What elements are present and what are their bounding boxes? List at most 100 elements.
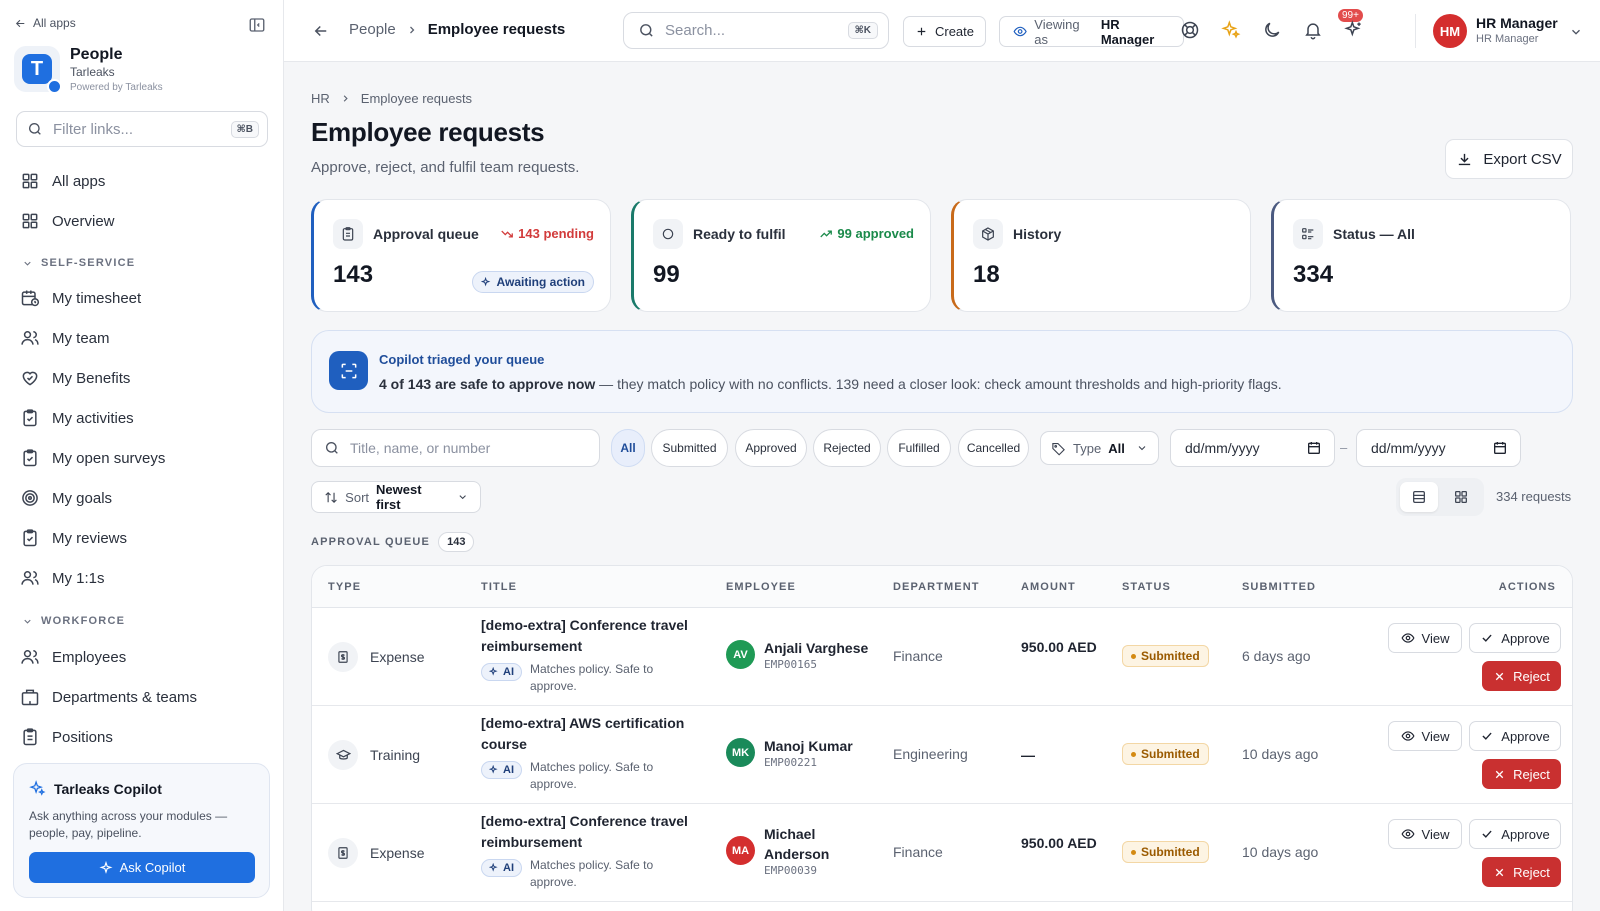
- global-search-input[interactable]: Search... ⌘K: [623, 12, 889, 49]
- filter-pill-submitted[interactable]: Submitted: [651, 429, 728, 467]
- date-to-input[interactable]: dd/mm/yyyy: [1356, 429, 1521, 467]
- date-from-value: dd/mm/yyyy: [1185, 440, 1260, 456]
- status-dot-icon: [1131, 849, 1136, 855]
- sidebar-item-my-team[interactable]: My team: [20, 326, 110, 350]
- col-status[interactable]: STATUS: [1122, 581, 1171, 593]
- viewing-as-button[interactable]: Viewing as HR Manager: [999, 16, 1184, 47]
- filter-pill-cancelled[interactable]: Cancelled: [958, 429, 1029, 467]
- sidebar-item-employees[interactable]: Employees: [20, 645, 126, 669]
- date-from-input[interactable]: dd/mm/yyyy: [1170, 429, 1335, 467]
- sidebar-item-my-open-surveys[interactable]: My open surveys: [20, 446, 165, 470]
- filter-pill-all[interactable]: All: [611, 429, 645, 467]
- page-breadcrumb-hr[interactable]: HR: [311, 91, 330, 106]
- approve-button[interactable]: Approve: [1469, 819, 1561, 849]
- table-row[interactable]: Expense [demo-extra] Conference travel r…: [312, 804, 1572, 902]
- sidebar-item-my-1on1s[interactable]: My 1:1s: [20, 566, 105, 590]
- stat-label: Approval queue: [373, 226, 479, 242]
- export-csv-button[interactable]: Export CSV: [1445, 139, 1573, 179]
- sidebar-item-label: Employees: [52, 648, 127, 666]
- section-workforce[interactable]: WORKFORCE: [22, 615, 125, 627]
- back-arrow-icon[interactable]: [312, 22, 330, 40]
- employee-name[interactable]: Anjali Varghese: [764, 638, 868, 658]
- all-apps-back-link[interactable]: All apps: [14, 16, 76, 30]
- col-submitted[interactable]: SUBMITTED: [1242, 581, 1316, 593]
- sparkles-icon[interactable]: [1221, 20, 1243, 42]
- approve-label: Approve: [1501, 826, 1550, 842]
- ai-sparkle-icon[interactable]: [1344, 20, 1366, 42]
- stat-card-history[interactable]: History 18: [951, 199, 1251, 312]
- employee-name[interactable]: Manoj Kumar: [764, 736, 853, 756]
- submitted-time: 10 days ago: [1242, 746, 1319, 762]
- reject-button[interactable]: Reject: [1482, 661, 1561, 691]
- col-department[interactable]: DEPARTMENT: [893, 581, 980, 593]
- topbar: People Employee requests Search... ⌘K Cr…: [284, 0, 1600, 62]
- request-type: Expense: [370, 845, 425, 861]
- reject-button[interactable]: Reject: [1482, 857, 1561, 887]
- chevron-right-icon: [343, 95, 348, 102]
- page-title: Employee requests: [311, 117, 545, 147]
- stat-label: History: [1013, 226, 1062, 242]
- col-employee[interactable]: EMPLOYEE: [726, 581, 796, 593]
- sidebar-item-my-goals[interactable]: My goals: [20, 486, 112, 510]
- request-title[interactable]: [demo-extra] Conference travel reimburse…: [481, 615, 693, 657]
- sort-select[interactable]: Sort Newest first: [311, 481, 481, 513]
- grid-view-icon[interactable]: [1442, 482, 1480, 512]
- sidebar-item-my-activities[interactable]: My activities: [20, 406, 134, 430]
- moon-icon[interactable]: [1262, 20, 1284, 42]
- help-icon[interactable]: [1180, 20, 1202, 42]
- viewing-as-prefix: Viewing as: [1034, 16, 1080, 47]
- request-title[interactable]: [demo-extra] AWS certification course: [481, 713, 693, 755]
- view-button[interactable]: View: [1388, 623, 1462, 653]
- sidebar-item-my-reviews[interactable]: My reviews: [20, 526, 127, 550]
- sidebar-item-label: My goals: [52, 489, 113, 507]
- graduation-cap-icon: [328, 740, 358, 770]
- request-search-input[interactable]: Title, name, or number: [311, 429, 600, 467]
- employee-name[interactable]: Michael Anderson: [764, 824, 854, 864]
- chevron-down-icon[interactable]: [1569, 25, 1583, 39]
- status-dot-icon: [1131, 653, 1136, 659]
- sidebar-item-label: My open surveys: [52, 449, 166, 467]
- employee-avatar: MA: [726, 836, 755, 865]
- table-row[interactable]: Expense [demo-extra] Conference travel r…: [312, 608, 1572, 706]
- section-self-service[interactable]: SELF-SERVICE: [22, 257, 135, 269]
- stat-card-status-all[interactable]: Status — All 334: [1271, 199, 1571, 312]
- table-row[interactable]: Training [demo-extra] AWS certification …: [312, 706, 1572, 804]
- table-view-icon[interactable]: [1400, 482, 1438, 512]
- sidebar-item-all-apps[interactable]: All apps: [20, 169, 105, 193]
- approve-button[interactable]: Approve: [1469, 721, 1561, 751]
- sidebar-collapse-icon[interactable]: [248, 16, 266, 34]
- create-button[interactable]: Create: [903, 16, 986, 47]
- stat-card-ready-to-fulfil[interactable]: Ready to fulfil 99 approved 99: [631, 199, 931, 312]
- sidebar-item-departments-teams[interactable]: Departments & teams: [20, 685, 197, 709]
- filter-pill-rejected[interactable]: Rejected: [813, 429, 881, 467]
- search-icon: [29, 123, 41, 135]
- stat-value: 18: [973, 261, 1000, 288]
- view-button[interactable]: View: [1388, 819, 1462, 849]
- bell-icon[interactable]: [1303, 20, 1325, 42]
- sidebar-item-overview[interactable]: Overview: [20, 209, 115, 233]
- col-type[interactable]: TYPE: [328, 581, 361, 593]
- user-avatar[interactable]: HM: [1433, 14, 1467, 48]
- approve-button[interactable]: Approve: [1469, 623, 1561, 653]
- department: Engineering: [893, 746, 968, 762]
- stat-card-approval-queue[interactable]: Approval queue 143 pending 143 Awaiting …: [311, 199, 611, 312]
- type-filter-select[interactable]: Type All: [1040, 431, 1159, 465]
- sidebar-item-my-benefits[interactable]: My Benefits: [20, 366, 130, 390]
- filter-pill-fulfilled[interactable]: Fulfilled: [887, 429, 951, 467]
- breadcrumb-people[interactable]: People: [349, 21, 396, 38]
- reject-button[interactable]: Reject: [1482, 759, 1561, 789]
- create-label: Create: [934, 24, 975, 39]
- request-title[interactable]: [demo-extra] Conference travel reimburse…: [481, 811, 693, 853]
- ask-copilot-button[interactable]: Ask Copilot: [29, 852, 255, 883]
- copilot-banner-text: 4 of 143 are safe to approve now — they …: [379, 376, 1282, 392]
- sidebar-item-my-timesheet[interactable]: My timesheet: [20, 286, 141, 310]
- view-toggle: [1396, 478, 1484, 516]
- col-amount[interactable]: AMOUNT: [1021, 581, 1076, 593]
- user-name[interactable]: HR Manager: [1476, 15, 1558, 31]
- view-button[interactable]: View: [1388, 721, 1462, 751]
- col-title[interactable]: TITLE: [481, 581, 517, 593]
- sidebar-item-label: My activities: [52, 409, 134, 427]
- filter-links-input[interactable]: Filter links... ⌘B: [16, 111, 268, 147]
- sidebar-item-positions[interactable]: Positions: [20, 725, 113, 749]
- filter-pill-approved[interactable]: Approved: [735, 429, 807, 467]
